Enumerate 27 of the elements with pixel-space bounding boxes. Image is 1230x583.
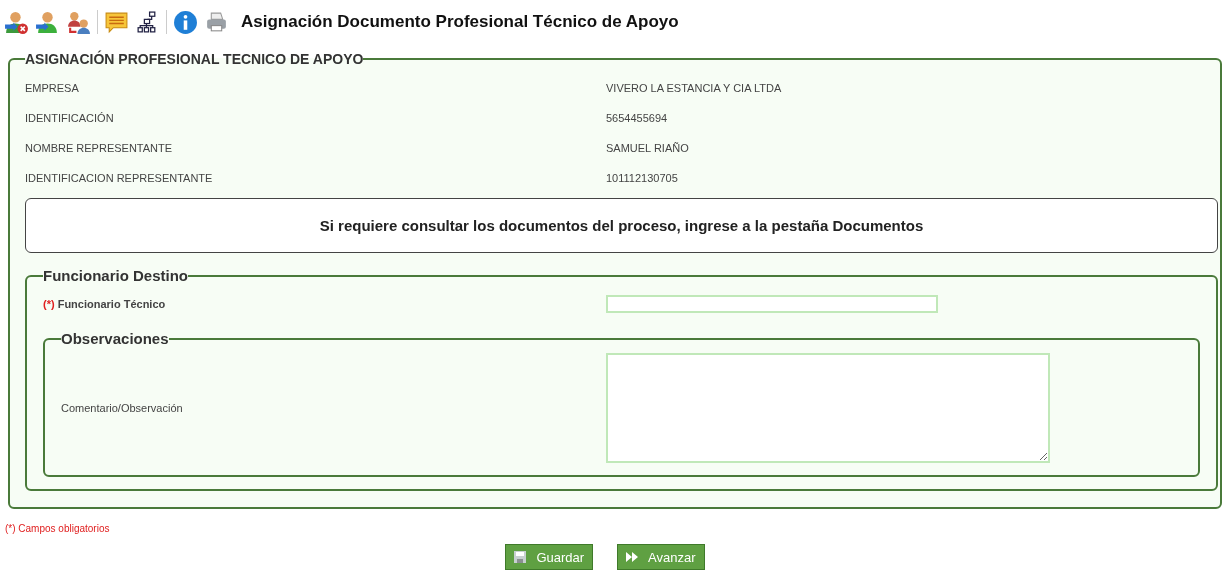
field-label: Funcionario Técnico bbox=[57, 298, 166, 310]
field-value: SAMUEL RIAÑO bbox=[606, 142, 689, 154]
field-value: 5654455694 bbox=[606, 112, 668, 124]
users-transfer-icon[interactable] bbox=[66, 9, 91, 35]
save-button[interactable]: Guardar bbox=[505, 544, 594, 570]
field-label: NOMBRE REPRESENTANTE bbox=[25, 142, 174, 154]
field-label: EMPRESA bbox=[25, 82, 80, 94]
field-value: 101112130705 bbox=[606, 172, 678, 184]
observaciones-legend: Observaciones bbox=[61, 330, 169, 347]
notice-text: Si requiere consultar los documentos del proceso, ingrese a la pestaña Documentos bbox=[319, 217, 924, 234]
required-note: (*) Campos obligatorios bbox=[5, 523, 111, 534]
field-label: IDENTIFICACION REPRESENTANTE bbox=[25, 172, 214, 184]
page-title: Asignación Documento Profesional Técnico de Apoyo bbox=[241, 12, 679, 32]
forward-button[interactable]: Avanzar bbox=[617, 544, 705, 570]
required-mark: (*) bbox=[43, 298, 55, 310]
user-remove-icon[interactable] bbox=[4, 9, 29, 35]
info-icon[interactable] bbox=[173, 9, 198, 35]
floppy-icon bbox=[514, 551, 527, 563]
field-value: VIVERO LA ESTANCIA Y CIA LTDA bbox=[606, 82, 782, 94]
fast-forward-icon bbox=[626, 551, 639, 563]
user-assign-icon[interactable] bbox=[35, 9, 60, 35]
comment-icon[interactable] bbox=[104, 9, 129, 35]
field-label: IDENTIFICACIÓN bbox=[25, 112, 115, 124]
section-legend: ASIGNACIÓN PROFESIONAL TECNICO DE APOYO bbox=[25, 51, 364, 67]
field-label: Comentario/Observación bbox=[61, 402, 184, 414]
input-field[interactable] bbox=[606, 295, 938, 313]
destino-legend: Funcionario Destino bbox=[43, 267, 188, 284]
